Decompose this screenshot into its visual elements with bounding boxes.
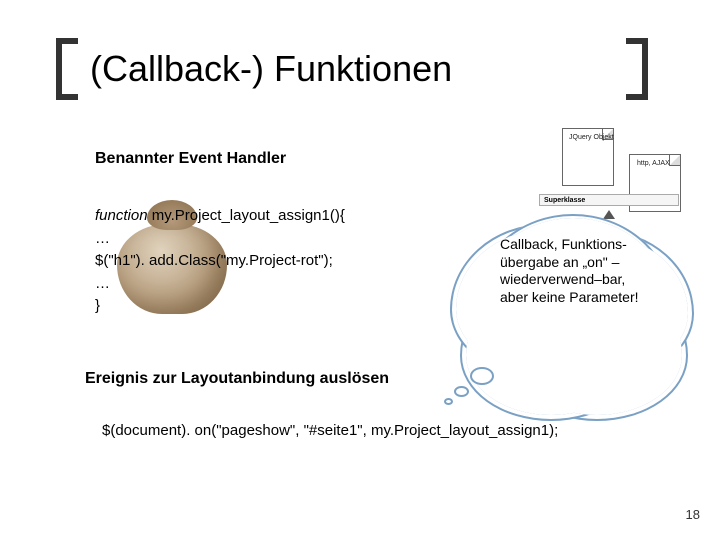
diagram-caption-ajax: http, AJAX [637,160,670,167]
diagram-caption-jquery: JQuery Objekt [569,134,614,141]
code-line: … [95,273,345,296]
slide-title: (Callback-) Funktionen [90,48,452,90]
code-block-on: $(document). on("pageshow", "#seite1", m… [102,422,558,439]
code-line: $("h1"). add.Class("my.Project-rot"); [95,250,345,273]
section-heading-handler: Benannter Event Handler [95,150,286,168]
diagram-superclass-bar: Superklasse [539,194,679,206]
code-block-function: function my.Project_layout_assign1(){ … … [95,205,345,318]
bracket-left-icon [56,38,78,100]
title-row: (Callback-) Funktionen [56,38,452,100]
bubble-dot-icon [444,398,453,405]
code-line: … [95,228,345,251]
page-number: 18 [686,507,700,522]
section-heading-event: Ereignis zur Layoutanbindung auslösen [85,370,389,388]
thought-bubble: Callback, Funktions-übergabe an „on" – w… [478,218,668,373]
bracket-right-icon [626,38,648,100]
code-line: function my.Project_layout_assign1(){ [95,205,345,228]
thought-bubble-text: Callback, Funktions-übergabe an „on" – w… [500,236,650,306]
bubble-dot-icon [470,367,494,385]
bubble-dot-icon [454,386,469,397]
keyword-function: function [95,207,148,224]
code-line: } [95,295,345,318]
